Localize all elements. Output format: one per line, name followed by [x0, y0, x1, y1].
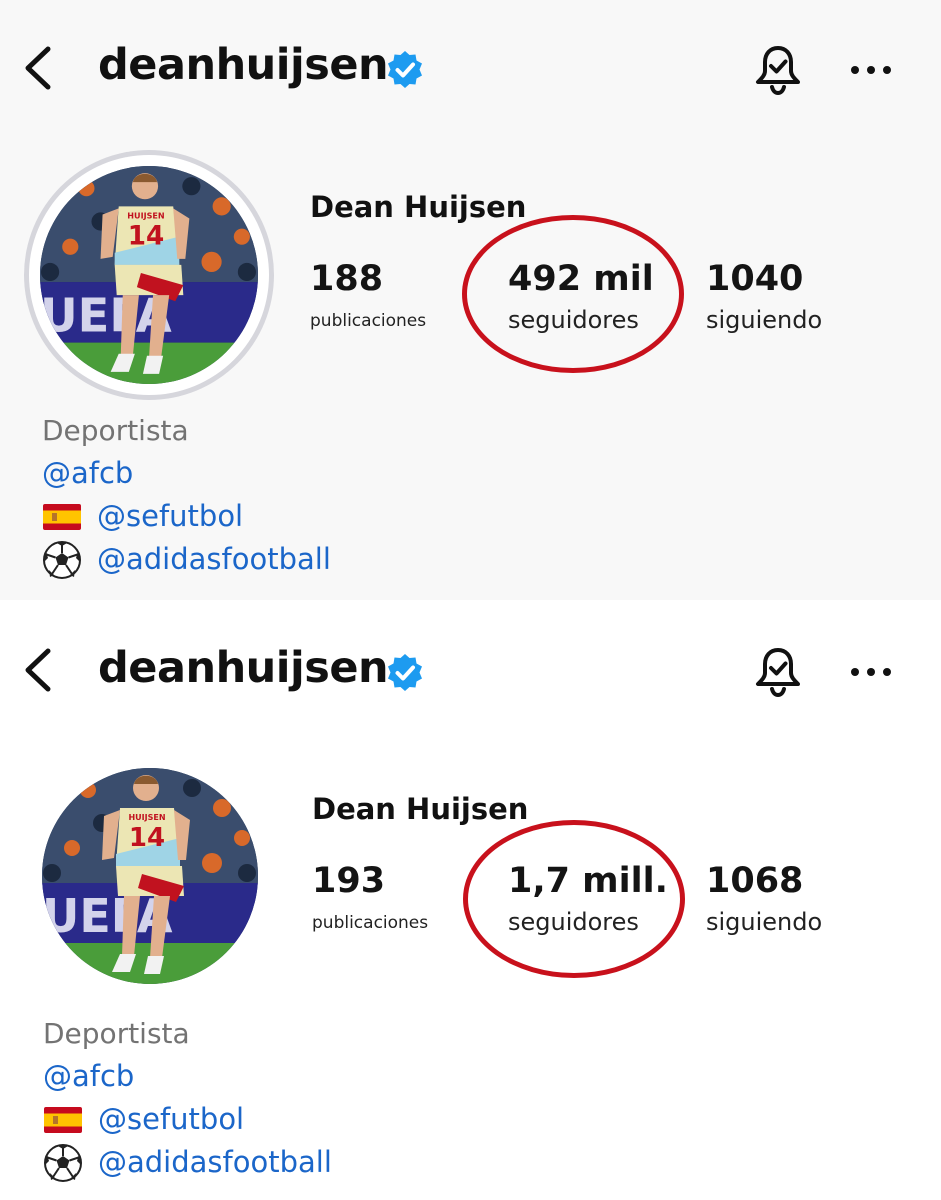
avatar[interactable]: UEFA HUIJSEN 14 — [42, 768, 258, 984]
bio-link-adidasfootball[interactable]: @adidasfootball — [97, 542, 331, 576]
profile-username: deanhuijsen — [98, 40, 389, 90]
posts-count[interactable]: 188 — [310, 259, 383, 299]
bio-link-afcb[interactable]: @afcb — [42, 456, 133, 490]
display-name: Dean Huijsen — [312, 792, 529, 826]
followers-label: seguidores — [508, 908, 639, 936]
avatar-photo: UEFA HUIJSEN 14 — [40, 166, 258, 384]
posts-label: publicaciones — [312, 913, 429, 933]
posts-label: publicaciones — [310, 311, 427, 331]
avatar[interactable]: UEFA HUIJSEN 14 — [40, 166, 258, 384]
avatar-jersey-number: 14 — [129, 823, 165, 853]
avatar-jersey-name: HUIJSEN — [128, 813, 165, 822]
bio-link-sefutbol[interactable]: @sefutbol — [98, 1102, 244, 1136]
bio-link-afcb[interactable]: @afcb — [43, 1059, 134, 1093]
notification-bell-icon[interactable] — [750, 644, 806, 700]
posts-count[interactable]: 193 — [312, 861, 385, 901]
soccer-ball-icon — [44, 1144, 82, 1182]
avatar-jersey-number: 14 — [128, 222, 165, 252]
verified-badge-icon — [388, 654, 422, 691]
bio-link-sefutbol[interactable]: @sefutbol — [97, 499, 243, 533]
following-count[interactable]: 1068 — [706, 861, 803, 901]
bio-link-adidasfootball[interactable]: @adidasfootball — [98, 1145, 332, 1179]
followers-count[interactable]: 1,7 mill. — [508, 861, 668, 901]
followers-label: seguidores — [508, 306, 639, 334]
avatar-photo: UEFA HUIJSEN 14 — [42, 768, 258, 984]
following-label: siguiendo — [706, 306, 823, 334]
following-count[interactable]: 1040 — [706, 259, 803, 299]
profile-panel-before: deanhuijsen UEFA HUIJSEN 14 Dean Huijsen… — [0, 0, 941, 600]
profile-username: deanhuijsen — [98, 643, 389, 693]
profile-panel-after: deanhuijsen UEFA HUIJSEN 14 Dean Huijsen… — [0, 600, 941, 1200]
soccer-ball-icon — [43, 541, 81, 579]
display-name: Dean Huijsen — [310, 190, 527, 224]
back-chevron-icon[interactable] — [18, 43, 58, 93]
profile-category: Deportista — [42, 414, 189, 447]
profile-category: Deportista — [43, 1017, 190, 1050]
more-options-icon[interactable] — [848, 60, 894, 80]
following-label: siguiendo — [706, 908, 823, 936]
notification-bell-icon[interactable] — [750, 42, 806, 98]
spain-flag-icon — [43, 504, 81, 530]
back-chevron-icon[interactable] — [18, 645, 58, 695]
more-options-icon[interactable] — [848, 662, 894, 682]
verified-badge-icon — [388, 51, 422, 88]
spain-flag-icon — [44, 1107, 82, 1133]
followers-count[interactable]: 492 mil — [508, 259, 654, 299]
avatar-jersey-name: HUIJSEN — [127, 211, 164, 220]
